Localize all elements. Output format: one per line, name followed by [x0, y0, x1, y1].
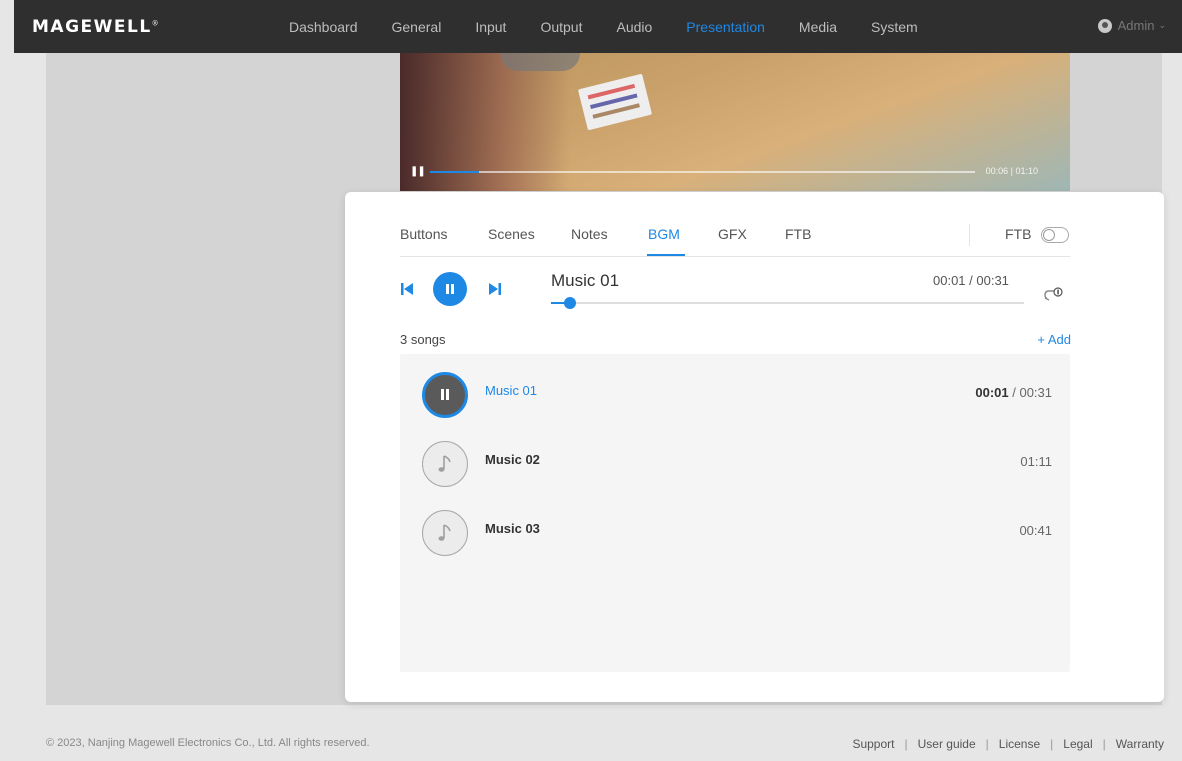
- next-track-icon[interactable]: [488, 282, 502, 296]
- previous-track-icon[interactable]: [400, 282, 414, 296]
- playback-progress-handle[interactable]: [563, 297, 576, 309]
- footer-link-legal[interactable]: Legal: [1063, 737, 1092, 751]
- user-avatar-icon: [1097, 18, 1112, 33]
- song-name: Music 03: [485, 521, 540, 536]
- nav-item-presentation[interactable]: Presentation: [686, 19, 765, 35]
- nav-item-general[interactable]: General: [392, 19, 442, 35]
- song-name: Music 01: [485, 383, 538, 398]
- tab-ftb[interactable]: FTB: [785, 226, 811, 242]
- video-frame-object: [500, 53, 580, 71]
- nav-item-output[interactable]: Output: [540, 19, 582, 35]
- footer-link-support[interactable]: Support: [852, 737, 894, 751]
- nav-item-system[interactable]: System: [871, 19, 918, 35]
- brand-logo[interactable]: MAGEWELL®: [32, 17, 160, 37]
- copyright-text: © 2023, Nanjing Magewell Electronics Co.…: [46, 737, 370, 749]
- playback-progress-bar[interactable]: [551, 297, 1024, 309]
- song-name: Music 02: [485, 452, 540, 467]
- add-song-button[interactable]: + Add: [1037, 332, 1071, 347]
- song-duration: 01:11: [1020, 454, 1052, 469]
- song-row-music-03[interactable]: Music 03 00:41: [400, 500, 1070, 560]
- footer-separator: |: [1102, 737, 1106, 751]
- user-name: Admin: [1117, 18, 1155, 33]
- song-total: / 00:31: [1008, 385, 1052, 400]
- tab-notes[interactable]: Notes: [571, 226, 608, 242]
- music-note-icon[interactable]: [422, 441, 468, 487]
- song-row-music-02[interactable]: Music 02 01:11: [400, 431, 1070, 491]
- song-pause-icon[interactable]: [422, 372, 468, 418]
- footer-link-license[interactable]: License: [999, 737, 1040, 751]
- video-seek-fill: [430, 171, 480, 173]
- tab-gfx[interactable]: GFX: [718, 226, 747, 242]
- nav-item-dashboard[interactable]: Dashboard: [289, 19, 358, 35]
- active-tab-indicator: [647, 254, 685, 256]
- video-preview[interactable]: ❚❚ 00:06 | 01:10: [400, 53, 1070, 191]
- brand-logo-text: MAGEWELL: [32, 17, 152, 37]
- top-nav-bar: MAGEWELL® Dashboard General Input Output…: [14, 0, 1182, 53]
- pause-button[interactable]: [433, 272, 467, 306]
- song-duration: 00:41: [1019, 523, 1052, 538]
- panel-tabs: Buttons Scenes Notes BGM GFX FTB FTB: [400, 218, 1070, 257]
- ftb-toggle-label: FTB: [1005, 226, 1032, 242]
- footer-separator: |: [904, 737, 908, 751]
- tab-buttons[interactable]: Buttons: [400, 226, 447, 242]
- video-seek-bar[interactable]: [430, 171, 975, 173]
- ftb-toggle-switch[interactable]: [1041, 227, 1069, 243]
- footer: © 2023, Nanjing Magewell Electronics Co.…: [0, 721, 1182, 761]
- nav-item-media[interactable]: Media: [799, 19, 837, 35]
- song-list: Music 01 00:01 / 00:31 Music 02 01:11 Mu…: [400, 354, 1070, 672]
- nav-item-audio[interactable]: Audio: [616, 19, 652, 35]
- songs-count: 3 songs: [400, 332, 446, 347]
- tab-bgm[interactable]: BGM: [648, 226, 680, 242]
- song-duration: 00:01 / 00:31: [975, 385, 1052, 400]
- footer-separator: |: [1050, 737, 1054, 751]
- now-playing-time: 00:01 / 00:31: [933, 273, 1009, 288]
- tab-divider: [969, 224, 970, 246]
- loop-one-icon[interactable]: [1043, 286, 1063, 302]
- footer-link-warranty[interactable]: Warranty: [1116, 737, 1164, 751]
- presentation-panel: Buttons Scenes Notes BGM GFX FTB FTB Mus…: [345, 192, 1164, 702]
- tab-scenes[interactable]: Scenes: [488, 226, 535, 242]
- footer-separator: |: [985, 737, 989, 751]
- user-menu[interactable]: Admin ⌄: [1097, 18, 1166, 33]
- now-playing-title: Music 01: [551, 271, 620, 290]
- song-elapsed: 00:01: [975, 385, 1009, 400]
- video-time: 00:06 | 01:10: [985, 166, 1038, 176]
- nav-item-input[interactable]: Input: [475, 19, 506, 35]
- chevron-down-icon: ⌄: [1158, 20, 1166, 30]
- footer-link-user-guide[interactable]: User guide: [918, 737, 976, 751]
- video-pause-icon[interactable]: ❚❚: [410, 166, 426, 177]
- music-note-icon[interactable]: [422, 510, 468, 556]
- brand-reg-mark: ®: [151, 19, 161, 28]
- footer-links: Support | User guide | License | Legal |…: [852, 737, 1164, 751]
- main-nav: Dashboard General Input Output Audio Pre…: [289, 0, 952, 53]
- video-frame-paper: [577, 73, 653, 131]
- song-row-music-01[interactable]: Music 01 00:01 / 00:31: [400, 362, 1070, 422]
